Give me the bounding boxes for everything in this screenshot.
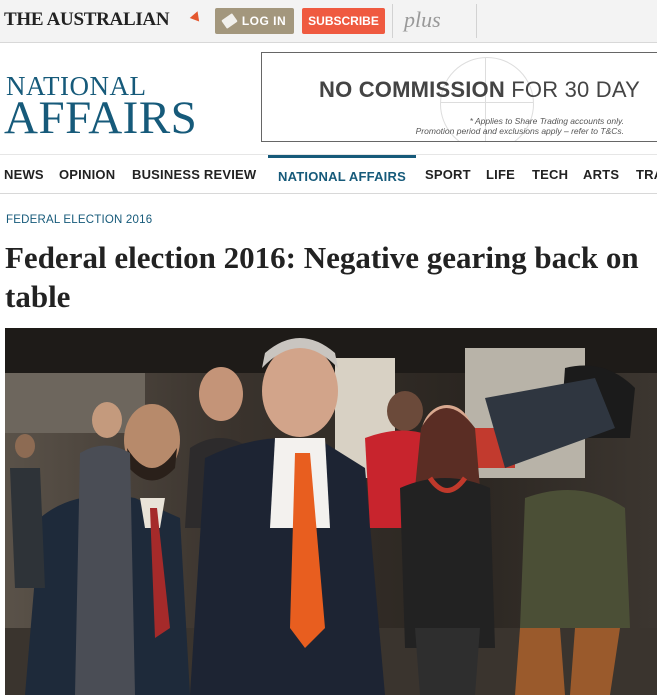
login-label: LOG IN [241,14,287,28]
ad-fine-print: Promotion period and exclusions apply – … [415,126,624,136]
nav-item-news[interactable]: NEWS [4,155,44,193]
article-kicker[interactable]: FEDERAL ELECTION 2016 [6,214,152,226]
nav-item-life[interactable]: LIFE [486,155,515,193]
ad-headline-bold: NO COMMISSION [319,77,505,102]
top-bar: THE AUSTRALIAN LOG IN SUBSCRIBE plus [0,0,657,43]
login-button[interactable]: LOG IN [215,8,294,34]
article-headline: Federal election 2016: Negative gearing … [5,240,639,314]
nav-item-sport[interactable]: SPORT [425,155,471,193]
advertisement-banner[interactable]: NO COMMISSION FOR 30 DAY * Applies to Sh… [261,52,657,142]
article-photo-illustration [5,328,657,695]
divider [392,4,393,38]
section-nav: NEWS OPINION BUSINESS REVIEW NATIONAL AF… [0,154,657,194]
ad-headline: NO COMMISSION FOR 30 DAY [319,77,640,103]
divider [476,4,477,38]
ad-fine-print: * Applies to Share Trading accounts only… [469,116,624,126]
nav-item-arts[interactable]: ARTS [583,155,619,193]
nav-item-opinion[interactable]: OPINION [59,155,115,193]
nav-item-national-affairs[interactable]: NATIONAL AFFAIRS [268,155,416,193]
nav-item-tech[interactable]: TECH [532,155,568,193]
nav-item-travel[interactable]: TRA [636,155,657,193]
nav-item-business-review[interactable]: BUSINESS REVIEW [132,155,256,193]
masthead: NATIONAL AFFAIRS NO COMMISSION FOR 30 DA… [0,43,657,154]
ad-headline-rest: FOR 30 DAY [504,77,640,102]
logo-mark-icon [189,9,203,22]
subscribe-button[interactable]: SUBSCRIBE [302,8,385,34]
section-title-line2[interactable]: AFFAIRS [4,95,197,142]
the-australian-logo[interactable]: THE AUSTRALIAN [4,9,170,31]
article-photo[interactable] [5,328,657,695]
tag-icon [221,13,238,29]
plus-link[interactable]: plus [404,7,441,33]
